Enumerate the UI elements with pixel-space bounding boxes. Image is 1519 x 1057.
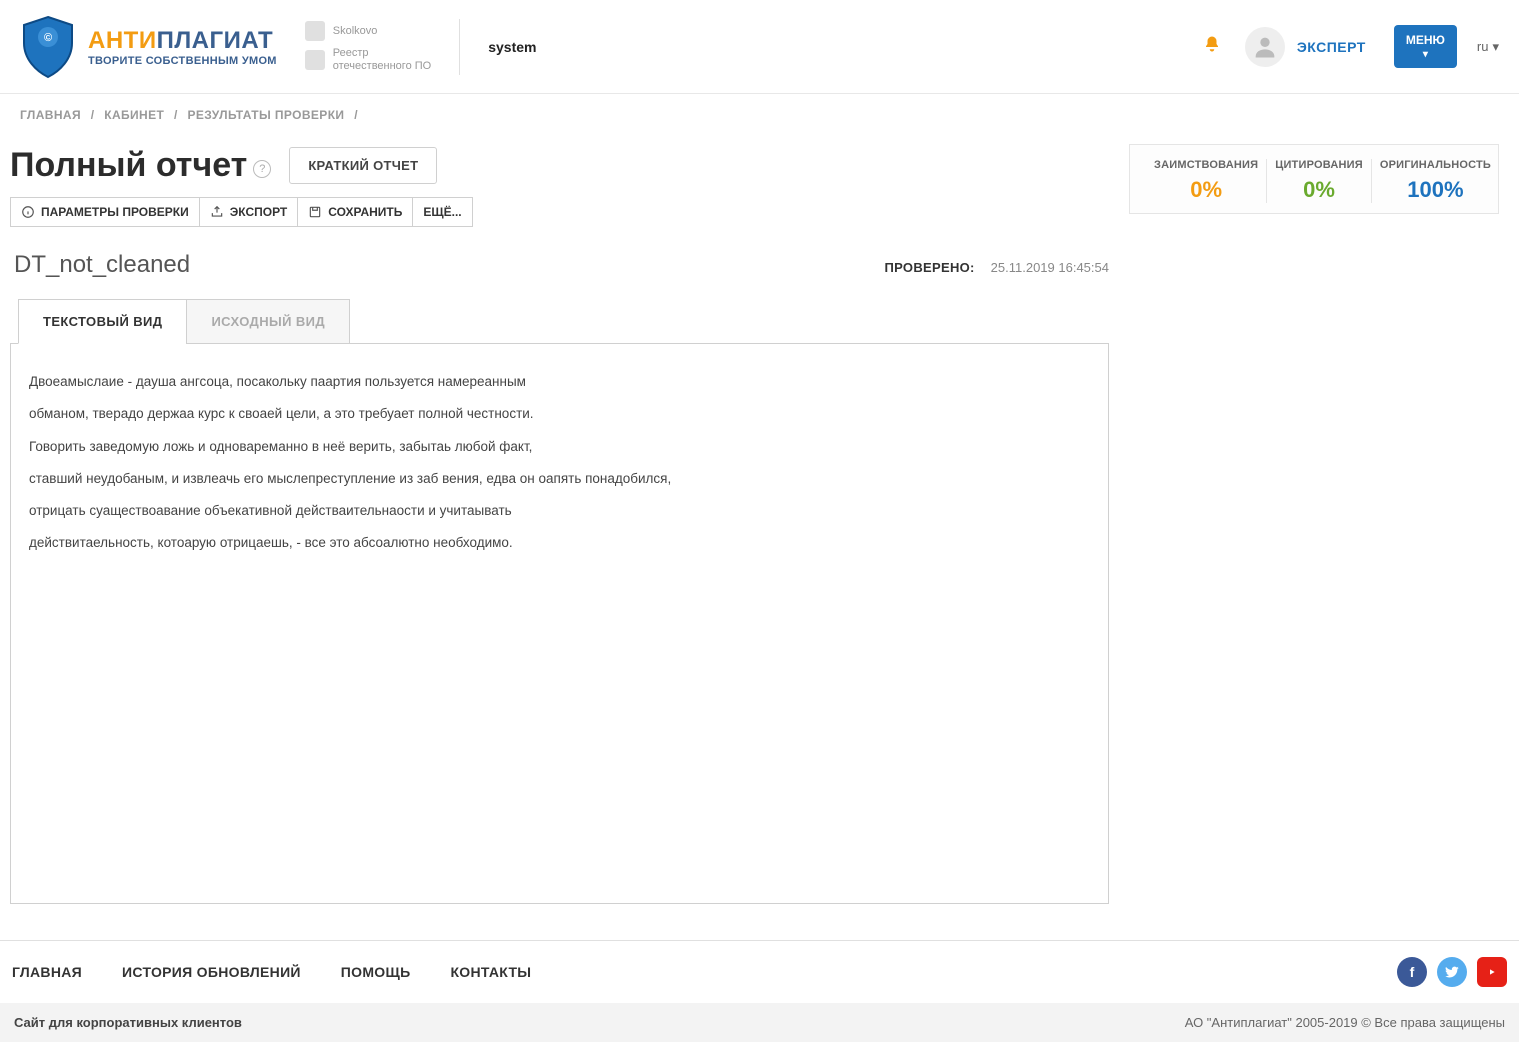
stat-citations: ЦИТИРОВАНИЯ 0%: [1267, 159, 1372, 203]
save-button[interactable]: СОХРАНИТЬ: [297, 197, 413, 227]
stat-borrowings: ЗАИМСТВОВАНИЯ 0%: [1146, 159, 1267, 203]
checked-date: 25.11.2019 16:45:54: [991, 260, 1109, 275]
footer-home[interactable]: ГЛАВНАЯ: [12, 964, 82, 980]
checked-info: ПРОВЕРЕНО: 25.11.2019 16:45:54: [884, 260, 1109, 275]
logo[interactable]: © АНТИПЛАГИАТ ТВОРИТЕ СОБСТВЕННЫМ УМОМ: [20, 15, 277, 79]
text-line: отрицать суаществоавание объекативной де…: [29, 501, 1090, 521]
chevron-down-icon: ▾: [1423, 49, 1428, 60]
brief-report-button[interactable]: КРАТКИЙ ОТЧЕТ: [289, 147, 437, 184]
partner-registry: Реестр отечественного ПО: [305, 47, 431, 71]
facebook-icon[interactable]: f: [1397, 957, 1427, 987]
menu-button[interactable]: МЕНЮ ▾: [1394, 25, 1457, 68]
shield-logo-icon: ©: [20, 15, 76, 79]
brand-title: АНТИПЛАГИАТ: [88, 27, 277, 55]
partner-skolkovo: Skolkovo: [305, 21, 431, 41]
check-params-button[interactable]: ПАРАМЕТРЫ ПРОВЕРКИ: [10, 197, 200, 227]
text-line: Двоеамыслаие - дауша ангсоца, посакольку…: [29, 372, 1090, 392]
view-tabs: ТЕКСТОВЫЙ ВИД ИСХОДНЫЙ ВИД: [10, 299, 1109, 344]
text-line: Говорить заведомую ложь и одновареманно …: [29, 437, 1090, 457]
breadcrumb: ГЛАВНАЯ / КАБИНЕТ / РЕЗУЛЬТАТЫ ПРОВЕРКИ …: [0, 94, 1519, 136]
svg-text:©: ©: [44, 32, 52, 44]
breadcrumb-cabinet[interactable]: КАБИНЕТ: [104, 108, 164, 122]
notifications-icon[interactable]: [1203, 35, 1221, 58]
export-button[interactable]: ЭКСПОРТ: [199, 197, 299, 227]
breadcrumb-home[interactable]: ГЛАВНАЯ: [20, 108, 81, 122]
footer-corp-link[interactable]: Сайт для корпоративных клиентов: [14, 1015, 242, 1030]
page-title: Полный отчет ?: [10, 146, 271, 185]
footer: ГЛАВНАЯ ИСТОРИЯ ОБНОВЛЕНИЙ ПОМОЩЬ КОНТАК…: [0, 940, 1519, 1042]
text-line: действитаельность, котоарую отрицаешь, -…: [29, 533, 1090, 553]
text-content: Двоеамыслаие - дауша ангсоца, посакольку…: [10, 344, 1109, 904]
footer-copyright: АО "Антиплагиат" 2005-2019 © Все права з…: [1185, 1015, 1505, 1030]
export-icon: [210, 205, 224, 219]
user-role[interactable]: ЭКСПЕРТ: [1297, 39, 1366, 55]
checked-label: ПРОВЕРЕНО:: [884, 260, 974, 275]
info-icon: [21, 205, 35, 219]
header: © АНТИПЛАГИАТ ТВОРИТЕ СОБСТВЕННЫМ УМОМ S…: [0, 0, 1519, 94]
text-line: обманом, тверадо держаа курс к своаей це…: [29, 404, 1090, 424]
breadcrumb-results[interactable]: РЕЗУЛЬТАТЫ ПРОВЕРКИ: [187, 108, 344, 122]
brand-tagline: ТВОРИТЕ СОБСТВЕННЫМ УМОМ: [88, 55, 277, 67]
system-label: system: [488, 39, 536, 55]
footer-contacts[interactable]: КОНТАКТЫ: [450, 964, 531, 980]
partners: Skolkovo Реестр отечественного ПО: [305, 21, 431, 71]
footer-help[interactable]: ПОМОЩЬ: [341, 964, 411, 980]
document-name: DT_not_cleaned: [14, 251, 190, 279]
help-icon[interactable]: ?: [253, 160, 271, 178]
language-selector[interactable]: ru ▾: [1477, 39, 1499, 55]
tab-text-view[interactable]: ТЕКСТОВЫЙ ВИД: [18, 299, 187, 344]
divider: [459, 19, 460, 75]
skolkovo-icon: [305, 21, 325, 41]
registry-icon: [305, 50, 325, 70]
footer-history[interactable]: ИСТОРИЯ ОБНОВЛЕНИЙ: [122, 964, 301, 980]
twitter-icon[interactable]: [1437, 957, 1467, 987]
user-avatar[interactable]: [1245, 27, 1285, 67]
stat-originality: ОРИГИНАЛЬНОСТЬ 100%: [1372, 159, 1499, 203]
more-button[interactable]: ЕЩЁ...: [412, 197, 472, 227]
toolbar: ПАРАМЕТРЫ ПРОВЕРКИ ЭКСПОРТ СОХРАНИТЬ ЕЩЁ…: [10, 197, 1109, 227]
text-line: ставший неудобаным, и извлеачь его мысле…: [29, 469, 1090, 489]
tab-source-view[interactable]: ИСХОДНЫЙ ВИД: [186, 299, 350, 344]
youtube-icon[interactable]: [1477, 957, 1507, 987]
save-icon: [308, 205, 322, 219]
chevron-down-icon: ▾: [1492, 39, 1499, 55]
stats-panel: ЗАИМСТВОВАНИЯ 0% ЦИТИРОВАНИЯ 0% ОРИГИНАЛ…: [1129, 144, 1499, 214]
